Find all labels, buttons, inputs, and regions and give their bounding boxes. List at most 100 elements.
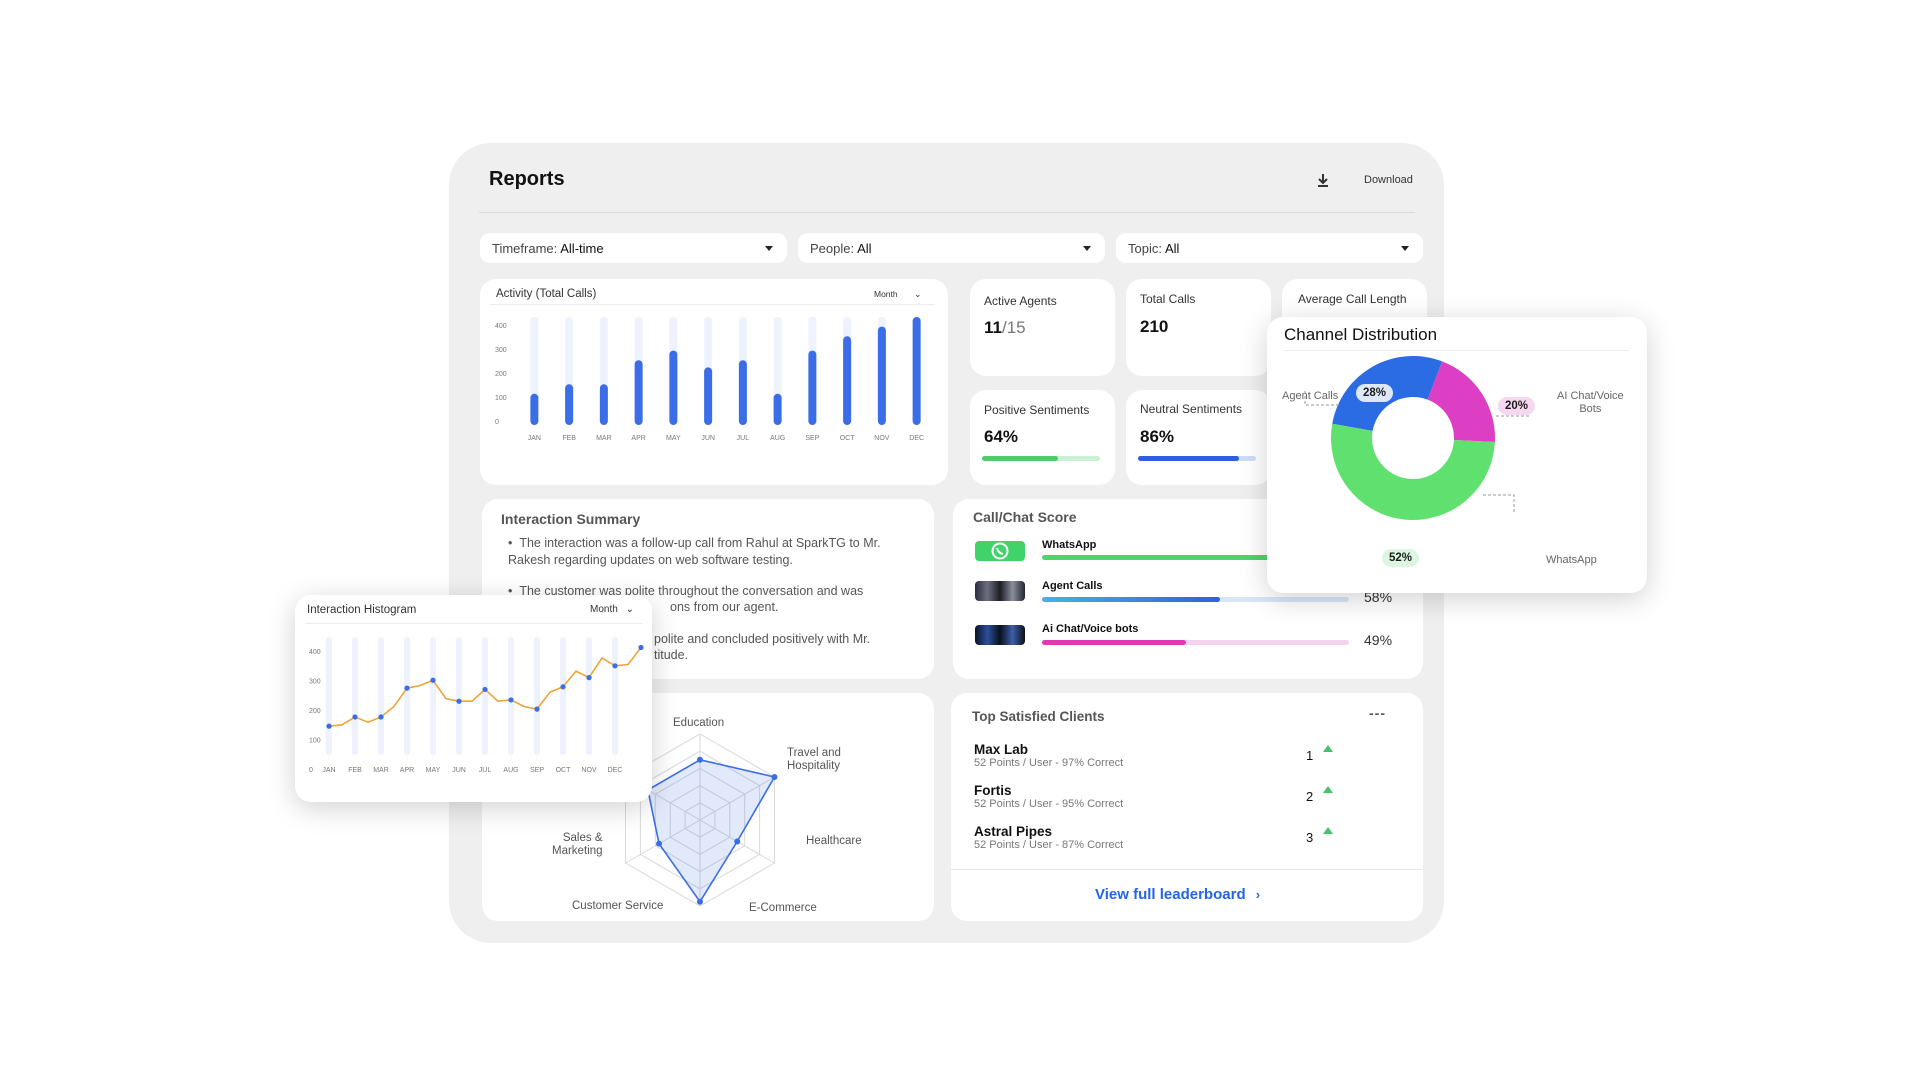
bar (599, 384, 608, 425)
histogram-point (430, 677, 436, 683)
summary-bullet-text: The interaction was a follow-up call fro… (508, 536, 881, 567)
timeframe-dropdown[interactable]: Timeframe: All-time (480, 233, 787, 263)
neutral-sentiment-title: Neutral Sentiments (1140, 402, 1243, 416)
radar-label-customer-service: Customer Service (572, 900, 664, 912)
client-stats: 52 Points / User - 97% Correct (974, 757, 1124, 769)
download-icon[interactable] (1316, 172, 1330, 188)
y-tick-label: 300 (495, 347, 507, 354)
histogram-column (560, 637, 566, 755)
client-row[interactable]: Astral Pipes 52 Points / User - 87% Corr… (974, 824, 1394, 856)
legend-ai-bots-line1: AI Chat/Voice (1557, 390, 1624, 402)
histogram-column (430, 637, 436, 755)
histogram-column (534, 637, 540, 755)
legend-whatsapp: WhatsApp (1546, 554, 1597, 566)
total-calls-card: Total Calls 210 (1126, 279, 1271, 376)
x-tick-label: AUG (770, 435, 785, 442)
activity-period-label: Month (874, 289, 898, 299)
total-calls-title: Total Calls (1140, 292, 1196, 306)
radar-label-sales-line2: Marketing (552, 845, 603, 857)
x-tick-label: FEB (562, 435, 576, 442)
activity-period-dropdown[interactable]: Month ⌄ (874, 289, 922, 300)
whatsapp-icon (975, 541, 1025, 561)
histogram-column (352, 637, 358, 755)
y-tick-label: 0 (309, 767, 313, 774)
legend-ai-bots-line2: Bots (1579, 403, 1602, 415)
donut-slice (1427, 361, 1495, 443)
histogram-period-dropdown[interactable]: Month ⌄ (590, 604, 634, 615)
radar-area (646, 758, 776, 904)
x-tick-label: MAY (666, 435, 681, 442)
x-tick-label: OCT (840, 435, 856, 442)
page-title: Reports (489, 168, 565, 190)
client-rank: 1 (1306, 748, 1314, 763)
bar (843, 336, 852, 425)
legend-ai-bots: AI Chat/Voice Bots (1557, 390, 1624, 416)
agent-calls-thumbnail (975, 581, 1025, 601)
x-tick-label: DEC (608, 767, 623, 774)
neutral-sentiment-card: Neutral Sentiments 86% (1126, 390, 1271, 485)
bar (634, 360, 643, 425)
topic-dropdown[interactable]: Topic: All (1116, 233, 1423, 263)
histogram-point (326, 723, 332, 729)
clients-title: Top Satisfied Clients (972, 709, 1105, 724)
chevron-down-icon: ⌄ (914, 289, 922, 299)
score-fill-whatsapp (1042, 555, 1282, 560)
x-tick-label: SEP (805, 435, 819, 442)
topic-value: All (1164, 240, 1180, 256)
x-tick-label: JUL (479, 767, 492, 774)
x-tick-label: JUN (701, 435, 715, 442)
radar-label-sales-line1: Sales & (562, 832, 603, 844)
y-tick-label: 100 (309, 738, 321, 745)
ai-bots-thumbnail (975, 625, 1025, 645)
leader-line (1482, 494, 1515, 512)
bar (669, 350, 678, 425)
download-button[interactable]: Download (1364, 174, 1413, 186)
total-calls-value: 210 (1140, 317, 1169, 336)
histogram-period-label: Month (590, 604, 618, 615)
y-tick-label: 200 (495, 371, 507, 378)
active-agents-total: /15 (1001, 318, 1026, 337)
trend-up-icon (1323, 786, 1333, 793)
histogram-column (378, 637, 384, 755)
score-fill-ai-bots (1042, 640, 1187, 645)
positive-sentiment-title: Positive Sentiments (984, 403, 1090, 417)
histogram-column (404, 637, 410, 755)
bar (530, 393, 539, 425)
activity-title: Activity (Total Calls) (496, 288, 597, 300)
histogram-point (612, 663, 618, 669)
clients-menu-icon[interactable]: --- (1369, 705, 1386, 721)
summary-bullet-fragment: polite and concluded positively with Mr. (654, 632, 871, 646)
view-leaderboard-link[interactable]: View full leaderboard › (1095, 886, 1260, 903)
histogram-point (638, 644, 644, 651)
bar (808, 350, 817, 425)
pct-label-whatsapp: 52% (1382, 549, 1420, 567)
x-tick-label: NOV (581, 767, 597, 774)
x-tick-label: AUG (503, 767, 518, 774)
x-tick-label: JAN (322, 767, 335, 774)
histogram-point (482, 686, 488, 693)
x-tick-label: APR (400, 767, 414, 774)
positive-sentiment-fill (982, 456, 1058, 461)
score-fill-agent-calls (1042, 597, 1221, 602)
bar (773, 393, 782, 425)
x-tick-label: JUL (737, 435, 750, 442)
top-clients-card: Top Satisfied Clients --- Max Lab 52 Poi… (951, 693, 1423, 921)
avg-call-length-title: Average Call Length (1298, 292, 1407, 306)
score-title: Call/Chat Score (973, 509, 1077, 525)
histogram-chart: 400 300 200 100 0 JAN FEB MAR APR MAY JUN JUL AUG SEP… (309, 637, 644, 774)
x-tick-label: MAY (426, 767, 441, 774)
trend-up-icon (1323, 827, 1333, 834)
summary-title: Interaction Summary (501, 511, 641, 527)
people-dropdown[interactable]: People: All (798, 233, 1105, 263)
histogram-divider (305, 623, 642, 624)
timeframe-label: Timeframe: (492, 240, 558, 256)
client-row[interactable]: Max Lab 52 Points / User - 97% Correct 1 (974, 742, 1394, 774)
histogram-point (586, 675, 592, 681)
radar-label-travel: Travel and Hospitality (787, 747, 841, 773)
histogram-column (326, 637, 332, 755)
trend-up-icon (1323, 745, 1333, 752)
x-tick-label: SEP (530, 767, 544, 774)
neutral-sentiment-value: 86% (1140, 427, 1175, 446)
caret-down-icon (765, 246, 773, 251)
client-row[interactable]: Fortis 52 Points / User - 95% Correct 2 (974, 783, 1394, 815)
